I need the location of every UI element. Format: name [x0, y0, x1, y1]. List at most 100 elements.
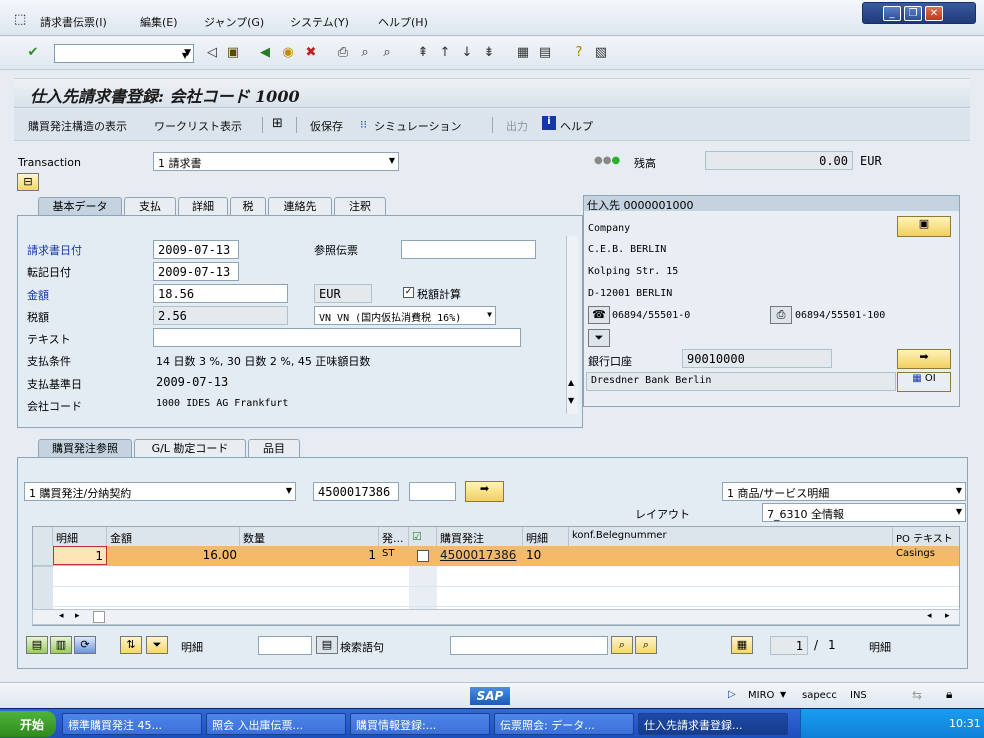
horizontal-scrollbar[interactable]: ◂ ▸ ◂ ▸ — [32, 609, 960, 625]
open-items-button[interactable]: ▦ OI — [897, 372, 951, 392]
bank-account-field[interactable]: 90010000 — [682, 349, 832, 368]
bank-next-button[interactable]: ➡ — [897, 349, 951, 369]
info-icon[interactable]: i — [542, 116, 556, 130]
task-item-active[interactable]: 仕入先請求書登録... — [638, 713, 788, 735]
tab-contact[interactable]: 連絡先 — [268, 197, 332, 215]
tab-po-reference[interactable]: 購買発注参照 — [38, 439, 132, 457]
amount-input[interactable]: 18.56 — [153, 284, 288, 303]
menu-invoice[interactable]: 請求書伝票(I) — [40, 14, 107, 30]
cell-po-item[interactable]: 10 — [523, 546, 569, 565]
new-session-icon[interactable]: ▦ — [514, 44, 532, 62]
menu-edit[interactable]: 編集(E) — [140, 14, 178, 30]
grid-header-conf[interactable]: konf.Belegnummer — [569, 527, 893, 546]
scroll-right-icon[interactable]: ▸ — [945, 611, 950, 621]
next-page-icon[interactable]: ↓ — [458, 44, 476, 62]
grid-header-quantity[interactable]: 数量 — [240, 527, 379, 546]
help-icon[interactable]: ? — [570, 44, 588, 62]
vertical-scrollbar[interactable]: ▼ ▲ — [566, 236, 578, 414]
grid-header-amount[interactable]: 金額 — [107, 527, 240, 546]
save-icon[interactable]: ▣ — [224, 44, 242, 62]
show-po-structure-button[interactable]: 購買発注構造の表示 — [28, 118, 127, 134]
layout-icon[interactable]: ⊞ — [272, 116, 283, 131]
chevron-down-icon[interactable]: ▼ — [182, 48, 191, 60]
tax-code-select[interactable]: VN VN (国内仮払消費税 16%) — [314, 306, 496, 325]
grid-header-po[interactable]: 購買発注 — [437, 527, 523, 546]
back-arrow-icon[interactable]: ◁ — [203, 44, 221, 62]
po-transfer-button[interactable]: ➡ — [465, 481, 504, 502]
tab-payment[interactable]: 支払 — [124, 197, 176, 215]
simulate-icon[interactable]: ⁝⁝ — [360, 118, 367, 131]
item-selection-select[interactable]: 1 商品/サービス明細 — [722, 482, 966, 501]
simulate-button[interactable]: シミュレーション — [374, 118, 462, 134]
sap-menu-icon[interactable]: ⬚ — [14, 12, 26, 27]
task-item[interactable]: 伝票照会: データ... — [494, 713, 634, 735]
filter-icon[interactable]: ⏷ — [146, 636, 168, 654]
cell-select-checkbox[interactable] — [417, 550, 429, 562]
scroll-down-icon[interactable]: ▼ — [568, 396, 574, 405]
cell-quantity[interactable]: 1 — [240, 546, 379, 565]
cell-unit[interactable]: ST — [379, 546, 409, 565]
calc-tax-checkbox[interactable]: ✓ — [403, 287, 414, 298]
scroll-left-icon[interactable]: ◂ — [927, 611, 932, 621]
tab-material[interactable]: 品目 — [248, 439, 300, 457]
refresh-icon[interactable]: ⟳ — [74, 636, 96, 654]
cancel-icon[interactable]: ✖ — [302, 44, 320, 62]
scroll-thumb[interactable] — [93, 611, 105, 623]
menu-help[interactable]: ヘルプ(H) — [378, 14, 428, 30]
po-item-input[interactable] — [409, 482, 456, 501]
sort-icon[interactable]: ⇅ — [120, 636, 142, 654]
menu-system[interactable]: システム(Y) — [290, 14, 349, 30]
reference-input[interactable] — [401, 240, 536, 259]
transfer-icon[interactable]: ⇆ — [912, 688, 922, 702]
find-next-icon[interactable]: ⌕ — [635, 636, 657, 654]
currency-field[interactable]: EUR — [314, 284, 372, 303]
enter-icon[interactable]: ✔ — [24, 44, 42, 62]
exit-icon[interactable]: ◉ — [279, 44, 297, 62]
text-input[interactable] — [153, 328, 521, 347]
park-button[interactable]: 仮保存 — [310, 118, 343, 134]
lock-icon[interactable]: 🔒︎ — [946, 687, 952, 702]
back-icon[interactable]: ◀ — [256, 44, 274, 62]
prev-page-icon[interactable]: ↑ — [436, 44, 454, 62]
scroll-right-icon[interactable]: ▸ — [75, 611, 80, 621]
scroll-left-icon[interactable]: ◂ — [59, 611, 64, 621]
scroll-up-icon[interactable]: ▲ — [568, 378, 574, 387]
grid-header-check-icon[interactable]: ☑ — [409, 527, 437, 546]
start-button[interactable]: 开始 — [0, 711, 56, 737]
header-toggle-button[interactable]: ⊟ — [17, 173, 39, 191]
print-icon[interactable]: ⎙ — [334, 44, 352, 62]
play-icon[interactable]: ▷ — [728, 689, 736, 700]
table-row[interactable]: 1 16.00 1 ST 4500017386 10 Casings — [33, 546, 959, 566]
find-next-icon[interactable]: ⌕ — [378, 44, 396, 62]
cell-amount[interactable]: 16.00 — [107, 546, 240, 565]
grid-select-all[interactable] — [33, 527, 53, 546]
layout-select[interactable]: 7_6310 全情報 — [762, 503, 966, 522]
vendor-display-button[interactable]: ▣ — [897, 216, 951, 237]
close-icon[interactable]: ✕ — [925, 6, 943, 21]
grid-header-unit[interactable]: 発... — [379, 527, 409, 546]
cell-item[interactable]: 1 — [53, 546, 107, 565]
grid-header-po-item[interactable]: 明細 — [523, 527, 569, 546]
command-field[interactable]: ▼ — [54, 44, 194, 63]
tab-basic-data[interactable]: 基本データ — [38, 197, 122, 215]
last-page-icon[interactable]: ⇟ — [480, 44, 498, 62]
po-number-input[interactable]: 4500017386 — [313, 482, 399, 501]
layout-icon[interactable]: ▧ — [592, 44, 610, 62]
find-icon[interactable]: ⌕ — [356, 44, 374, 62]
worklist-button[interactable]: ワークリスト表示 — [154, 118, 242, 134]
find-icon[interactable]: ⌕ — [611, 636, 633, 654]
filter-icon[interactable]: ⏷ — [588, 329, 610, 347]
transaction-select[interactable]: 1 請求書 — [153, 152, 399, 171]
fax-icon[interactable]: ⎙ — [770, 306, 792, 324]
grid-header-po-text[interactable]: PO テキスト — [893, 527, 959, 546]
reference-type-select[interactable]: 1 購買発注/分納契約 — [24, 482, 296, 501]
search-term-input[interactable] — [450, 636, 608, 655]
task-item[interactable]: 照会 入出庫伝票... — [206, 713, 346, 735]
chevron-down-icon[interactable]: ▼ — [780, 690, 786, 699]
help-button[interactable]: ヘルプ — [560, 118, 593, 134]
page-current[interactable]: 1 — [770, 636, 808, 655]
search-term-icon[interactable]: ▤ — [316, 636, 338, 654]
minimize-icon[interactable]: _ — [883, 6, 901, 21]
shortcut-icon[interactable]: ▤ — [536, 44, 554, 62]
menu-goto[interactable]: ジャンプ(G) — [204, 14, 264, 30]
